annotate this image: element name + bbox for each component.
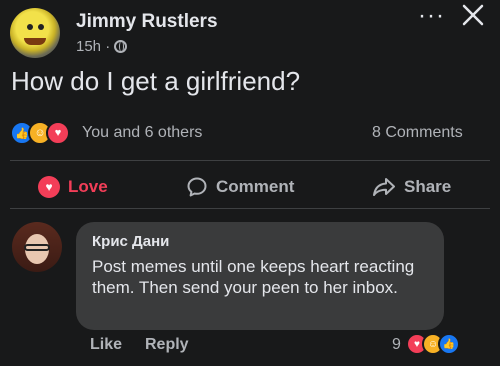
love-icon: ♥ [46,121,70,145]
more-options-button[interactable]: ··· [418,2,445,30]
author-avatar[interactable] [10,8,60,58]
divider [10,160,490,161]
comments-count[interactable]: 8 Comments [372,124,463,142]
comment-button[interactable]: Comment [186,176,294,198]
share-button[interactable]: Share [372,176,451,198]
share-label: Share [404,177,452,196]
post-meta: 15h · [76,38,128,55]
love-icon: ♥ [38,176,60,198]
comment-icon [187,177,207,197]
comment-reactions[interactable]: ♥ ☺ 👍 [406,333,460,355]
comment-reply-button[interactable]: Reply [145,336,189,354]
divider [10,208,490,209]
avatar-glasses [24,244,50,251]
close-icon[interactable] [460,2,486,28]
commenter-avatar[interactable] [12,222,62,272]
post-time[interactable]: 15h · [76,38,110,55]
like-icon: 👍 [438,333,460,355]
post-reactions[interactable]: 👍 ☺ ♥ [10,121,70,145]
comment-text: Post memes until one keeps heart reactin… [92,257,415,297]
love-button[interactable]: ♥ Love [38,176,108,198]
comment-reaction-count[interactable]: 9 [392,336,401,354]
comment-like-button[interactable]: Like [90,336,122,354]
comment-label: Comment [216,177,295,196]
avatar-eye [38,24,44,30]
share-icon [373,178,395,196]
post-text: How do I get a girlfriend? [11,66,301,96]
avatar-eye [27,24,33,30]
avatar-mouth [24,38,46,45]
author-name[interactable]: Jimmy Rustlers [76,11,218,33]
reaction-summary[interactable]: You and 6 others [82,124,202,142]
love-label: Love [68,177,108,196]
commenter-name[interactable]: Крис Дани [92,233,169,250]
globe-icon [114,40,128,53]
